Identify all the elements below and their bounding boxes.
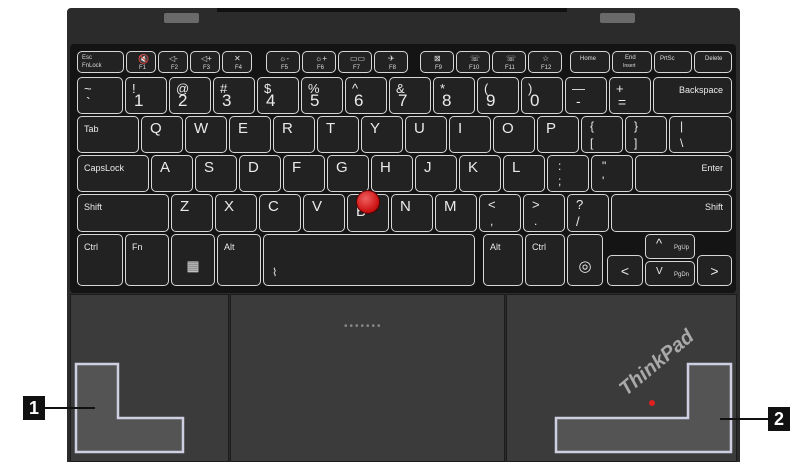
- callout-2-leader: [720, 418, 768, 420]
- callout-1: 1: [23, 396, 45, 420]
- logo-red-dot: [649, 400, 655, 406]
- callout-1-leader: [45, 407, 95, 409]
- highlight-zones: [74, 362, 733, 454]
- callout-2: 2: [768, 407, 790, 431]
